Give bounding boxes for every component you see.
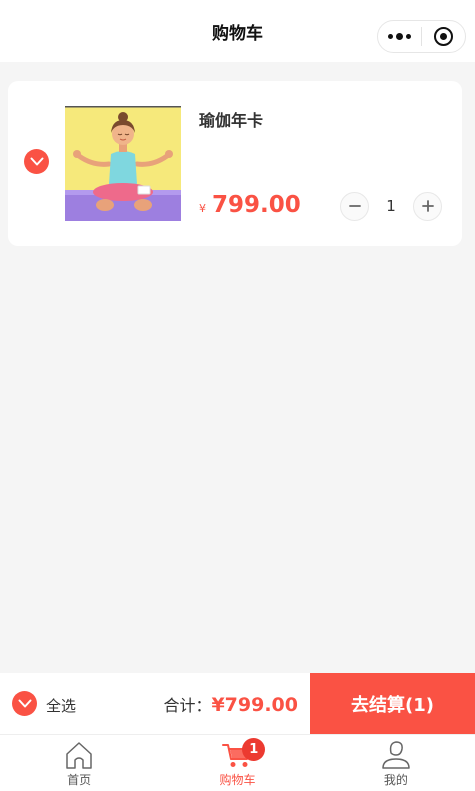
profile-icon [382, 741, 410, 769]
product-name[interactable]: 瑜伽年卡 [199, 107, 263, 131]
total-amount: ¥799.00 [211, 694, 298, 716]
close-button[interactable] [422, 21, 465, 52]
quantity-value: 1 [386, 197, 396, 215]
checkmark-icon [18, 699, 31, 707]
total-summary: 合计： ¥799.00 [163, 692, 298, 716]
tab-cart-label: 购物车 [219, 773, 256, 787]
tab-profile-label: 我的 [383, 773, 408, 787]
decrease-button[interactable] [340, 191, 369, 221]
cart-page: 购物车 瑜伽年卡 ¥ 799.00 1 全选 合计： ¥799.00 去结算(1… [0, 0, 475, 791]
target-circle-icon [434, 27, 453, 46]
tab-cart[interactable]: 1 购物车 [158, 735, 316, 791]
currency-symbol: ¥ [199, 202, 206, 215]
tab-profile[interactable]: 我的 [317, 735, 475, 791]
price-value: 799.00 [212, 192, 301, 218]
cart-badge: 1 [242, 738, 266, 761]
more-button[interactable] [378, 21, 421, 52]
more-dots-icon [388, 33, 411, 40]
yoga-girl-illustration [65, 106, 181, 221]
increase-button[interactable] [413, 191, 442, 221]
total-label: 合计： [163, 696, 212, 715]
checkout-button[interactable]: 去结算(1) [310, 673, 475, 734]
navbar: 购物车 [0, 0, 475, 62]
mini-program-capsule [377, 20, 466, 53]
tab-bar: 首页 1 购物车 我的 [0, 734, 475, 791]
settlement-bar: 全选 合计： ¥799.00 去结算(1) [0, 673, 475, 734]
plus-icon [421, 200, 434, 212]
item-checkbox[interactable] [24, 149, 49, 174]
checkmark-icon [30, 157, 43, 165]
cart-item-card: 瑜伽年卡 ¥ 799.00 1 [8, 81, 462, 246]
tab-home[interactable]: 首页 [0, 735, 158, 791]
select-all-checkbox[interactable] [12, 691, 37, 716]
select-all-label[interactable]: 全选 [46, 695, 76, 716]
page-title: 购物车 [212, 23, 263, 44]
product-image[interactable] [65, 106, 181, 221]
tab-home-label: 首页 [67, 773, 92, 787]
product-price: ¥ 799.00 [199, 192, 301, 218]
home-icon [66, 742, 92, 769]
minus-icon [348, 205, 361, 207]
quantity-stepper: 1 [340, 191, 442, 221]
